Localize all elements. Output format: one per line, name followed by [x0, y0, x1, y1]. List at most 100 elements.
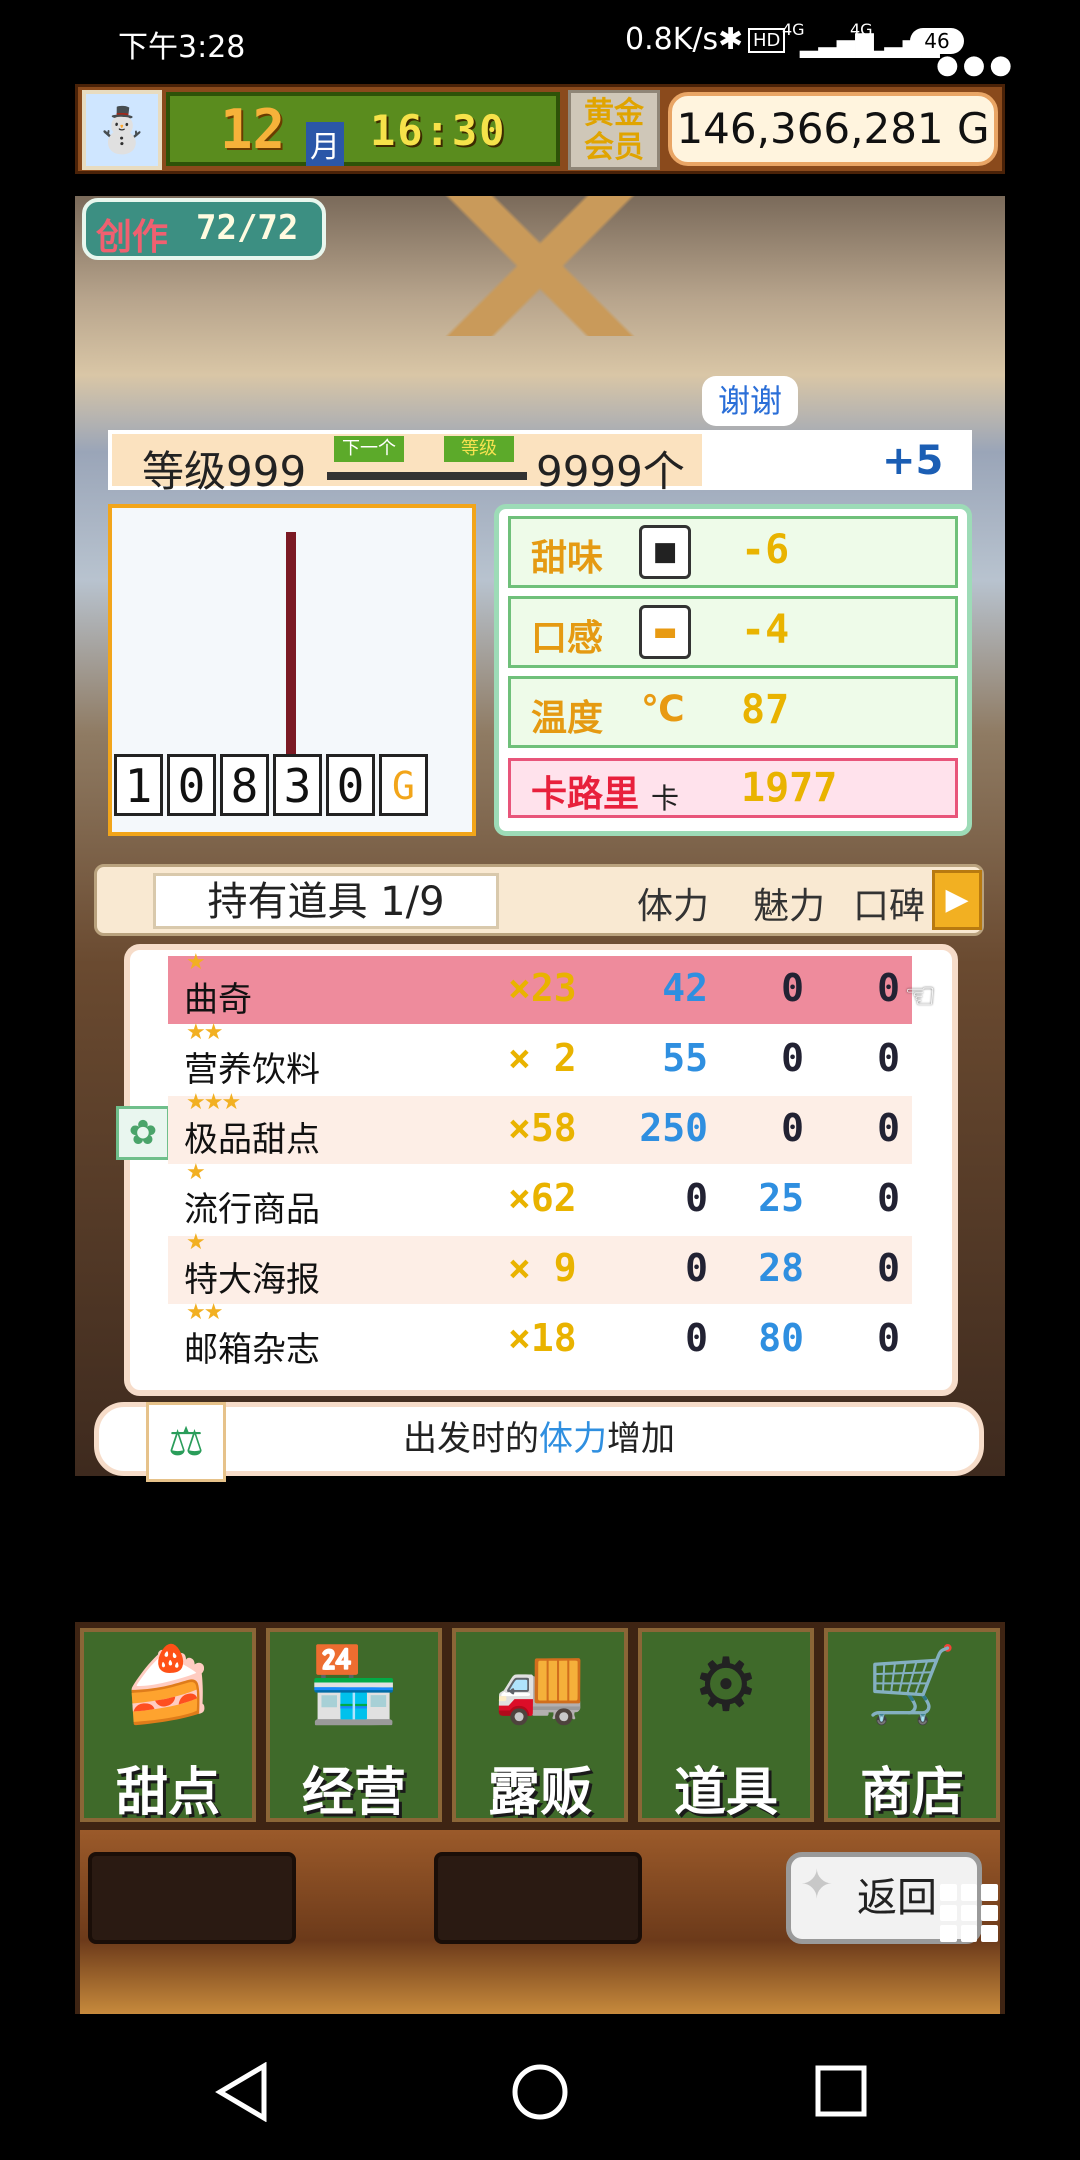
magic-wand-icon: ✦ — [800, 1862, 834, 1908]
next-label: 下一个 — [334, 436, 404, 462]
cake-icon: 🍰 — [121, 1642, 215, 1728]
hd-badge: HD — [748, 28, 786, 53]
stat-name: 口感 — [531, 618, 604, 659]
more-dots-icon[interactable]: ●●● — [936, 50, 1016, 80]
thanks-bubble[interactable]: 谢谢 — [702, 376, 798, 426]
item-stamina: 250 — [639, 1106, 708, 1150]
stat-sweetness: 甜味 ■ -6 — [508, 516, 958, 588]
item-charm: 25 — [758, 1176, 804, 1220]
item-row[interactable]: ★ 流行商品 ×62 0 25 0 — [168, 1160, 912, 1234]
item-charm: 28 — [758, 1246, 804, 1290]
month-unit: 月 — [306, 122, 344, 166]
month-number: 12 — [220, 98, 286, 161]
hint-prefix: 出发时的 — [403, 1419, 539, 1459]
scale-icon: ⚖ — [146, 1402, 226, 1482]
item-rep: 0 — [877, 1176, 900, 1220]
item-row[interactable]: ★★ 邮箱杂志 ×18 0 80 0 — [168, 1300, 912, 1374]
stat-texture: 口感 ▬ -4 — [508, 596, 958, 668]
stat-name: 甜味 — [531, 538, 604, 579]
roof-decoration — [355, 196, 725, 336]
celsius-icon: ℃ — [641, 689, 685, 730]
item-name: 流行商品 — [184, 1190, 320, 1230]
gold-coin-icon: G — [379, 754, 428, 816]
back-triangle-icon[interactable] — [214, 2062, 270, 2122]
stat-name: 卡路里 — [531, 774, 640, 815]
col-charm: 魅力 — [753, 886, 826, 927]
level-progress-line — [327, 472, 527, 480]
item-name: 邮箱杂志 — [184, 1330, 320, 1370]
nav-dessert-button[interactable]: 🍰 甜点 — [80, 1628, 256, 1823]
item-row[interactable]: ★★★ 极品甜点 ×58 250 0 0 — [168, 1090, 912, 1164]
level-count: 9999个 — [536, 447, 685, 496]
item-name: 曲奇 — [184, 980, 252, 1020]
recents-square-icon[interactable] — [814, 2064, 868, 2118]
item-row[interactable]: ★★ 营养饮料 × 2 55 0 0 — [168, 1020, 912, 1094]
cart-icon: 🛒 — [865, 1642, 959, 1728]
item-charm: 80 — [758, 1316, 804, 1360]
nav-label: 商店 — [859, 1763, 964, 1823]
clock: 16:30 — [370, 106, 507, 155]
item-stamina: 0 — [685, 1176, 708, 1220]
item-qty: ×18 — [508, 1316, 577, 1360]
price-digits: 1 0 8 3 0 G — [114, 754, 460, 818]
stat-value: 1977 — [741, 765, 838, 811]
item-rep: 0 — [877, 1036, 900, 1080]
item-charm: 0 — [781, 966, 804, 1010]
item-row[interactable]: ★ 特大海报 × 9 0 28 0 — [168, 1230, 912, 1304]
create-label: 创作 — [96, 217, 169, 258]
item-qty: × 2 — [508, 1036, 577, 1080]
item-qty: × 9 — [508, 1246, 577, 1290]
items-icon: ⚙ — [692, 1642, 760, 1728]
status-net-speed: 0.8K/s — [625, 22, 719, 57]
item-stamina: 0 — [685, 1316, 708, 1360]
empty-slot-left — [88, 1852, 296, 1944]
stat-value: -6 — [741, 527, 790, 573]
item-charm: 0 — [781, 1106, 804, 1150]
item-name: 营养饮料 — [184, 1050, 320, 1090]
price-digit: 1 — [114, 754, 163, 816]
item-name: 极品甜点 — [184, 1120, 320, 1160]
empty-slot-middle — [434, 1852, 642, 1944]
gold-member-label: 黄金会员 — [568, 90, 660, 170]
hint-highlight: 体力 — [539, 1419, 607, 1459]
nav-items-button[interactable]: ⚙ 道具 — [638, 1628, 814, 1823]
create-value: 72/72 — [196, 208, 299, 248]
money-display: 146,366,281 G — [668, 92, 998, 166]
item-effect-hint: 出发时的体力增加 — [94, 1402, 984, 1476]
item-qty: ×58 — [508, 1106, 577, 1150]
nav-label: 甜点 — [115, 1763, 220, 1823]
nav-stall-button[interactable]: 🚚 露贩 — [452, 1628, 628, 1823]
item-qty: ×23 — [508, 966, 577, 1010]
level-bar: 等级999 下一个 等级 9999个 +5 — [108, 430, 972, 496]
home-circle-icon[interactable] — [510, 2062, 570, 2122]
item-rep: 0 — [877, 966, 900, 1010]
grid-menu-icon[interactable] — [940, 1884, 998, 1942]
hint-suffix: 增加 — [607, 1419, 675, 1459]
item-rep: 0 — [877, 1316, 900, 1360]
next-page-arrow-icon[interactable]: ▶ — [932, 870, 982, 930]
stat-calories: 卡路里 卡 1977 — [508, 758, 958, 818]
level-label: 等级999 — [142, 447, 307, 496]
price-chart-spike — [286, 532, 296, 772]
date-time-box: 12 月 16:30 — [166, 92, 560, 166]
bread-icon: ▬ — [639, 605, 691, 659]
gear-icon[interactable]: ✿ — [116, 1106, 170, 1160]
price-digit: 8 — [220, 754, 269, 816]
price-digit: 3 — [273, 754, 322, 816]
status-bar: 下午3:28 0.8K/s ✱ HD 4G ▂▃▅▇ 4G ▂▃▅▇ 46 ●●… — [0, 0, 1080, 82]
item-stamina: 42 — [662, 966, 708, 1010]
item-charm: 0 — [781, 1036, 804, 1080]
nav-label: 露贩 — [487, 1763, 592, 1823]
snowman-avatar-icon[interactable]: ⛄ — [82, 90, 162, 170]
stat-temperature: 温度 ℃ 87 — [508, 676, 958, 748]
item-stamina: 55 — [662, 1036, 708, 1080]
col-reputation: 口碑 — [853, 886, 926, 927]
item-row[interactable]: ★ 曲奇 ×23 42 0 0 — [168, 950, 912, 1024]
items-header: 持有道具 1/9 体力 魅力 口碑 — [94, 864, 984, 936]
square-icon: ■ — [639, 525, 691, 579]
nav-manage-button[interactable]: 🏪 经营 — [266, 1628, 442, 1823]
nav-store-button[interactable]: 🛒 商店 — [824, 1628, 1000, 1823]
item-qty: ×62 — [508, 1176, 577, 1220]
item-stamina: 0 — [685, 1246, 708, 1290]
stat-name: 温度 — [531, 698, 604, 739]
